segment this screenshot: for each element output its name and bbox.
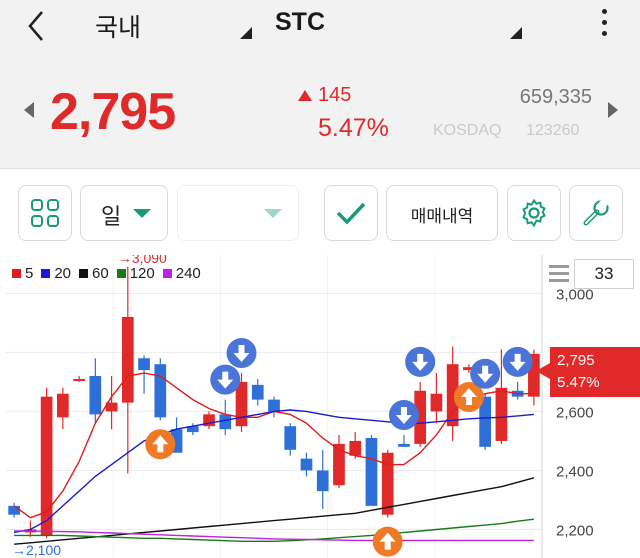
legend-label: 20 <box>54 265 72 282</box>
chevron-down-icon <box>133 209 151 218</box>
candle-body <box>40 396 53 536</box>
legend-swatch <box>41 269 51 278</box>
candle-body <box>316 470 329 492</box>
trade-volume: 659,335 <box>519 86 592 108</box>
candle-body <box>284 426 297 450</box>
price-tag-percent: 5.47% <box>557 374 600 391</box>
candle-body <box>8 505 20 515</box>
legend-swatch <box>116 269 126 278</box>
hamburger-menu-icon[interactable] <box>549 265 569 285</box>
candle-body <box>154 364 167 418</box>
chevron-left-icon[interactable] <box>22 6 52 46</box>
y-tick-label: 2,400 <box>556 463 594 480</box>
candle-body <box>268 399 280 412</box>
ma-legend-item: 120 <box>116 265 155 282</box>
current-price-tag: 2,795 5.47% <box>550 347 640 397</box>
candle-body <box>219 414 232 430</box>
chevron-down-icon <box>264 209 282 218</box>
gear-icon <box>522 198 546 228</box>
candle-body <box>251 384 264 400</box>
candle-body <box>57 393 69 418</box>
price-change-percent: 5.47% <box>318 114 389 142</box>
candle-body <box>235 381 248 427</box>
candle-body <box>381 452 394 515</box>
candle-body <box>398 443 410 447</box>
ma-legend-item: 60 <box>79 265 109 282</box>
period-select[interactable]: 일 <box>80 185 168 241</box>
legend-label: 5 <box>25 265 34 282</box>
candle-body <box>300 458 313 471</box>
y-tick-label: 2,600 <box>556 404 594 421</box>
trade-history-button[interactable]: 매매내역 <box>386 185 498 241</box>
legend-label: 120 <box>129 265 155 282</box>
trade-history-label: 매매내역 <box>410 207 474 227</box>
low-price-annotation: →2,100 <box>12 542 61 558</box>
candle-body <box>121 316 134 403</box>
legend-swatch <box>162 269 172 278</box>
period-label: 일 <box>101 205 122 230</box>
up-triangle-icon <box>298 90 312 101</box>
exchange-label: KOSDAQ <box>433 122 502 139</box>
current-price: 2,795 <box>50 83 176 141</box>
stock-name[interactable]: STC <box>275 8 325 37</box>
indicator-select[interactable] <box>177 185 299 241</box>
ma-line-60 <box>14 477 535 545</box>
ma-legend: 5 20 60 120 240 <box>12 265 209 282</box>
quote-summary: 2,795 145 5.47% 659,335 KOSDAQ 123260 <box>0 70 640 160</box>
prev-stock-arrow-icon[interactable] <box>24 102 34 118</box>
stock-dropdown-icon[interactable] <box>510 27 522 39</box>
more-vertical-icon[interactable] <box>596 9 612 43</box>
y-tick-label: 2,200 <box>556 522 594 539</box>
ma-line-240 <box>14 530 534 542</box>
candle-count-input[interactable]: 33 <box>574 259 634 289</box>
candlestick-chart[interactable]: 3,0002,8002,6002,4002,200→3,090→2,100 <box>0 255 640 558</box>
legend-label: 240 <box>175 265 201 282</box>
ma-legend-item: 240 <box>162 265 201 282</box>
top-bar: 국내 STC <box>0 0 640 58</box>
candle-body <box>138 358 150 371</box>
candle-body <box>365 437 378 506</box>
settings-button[interactable] <box>507 185 561 241</box>
ma-line-120 <box>14 518 534 542</box>
market-label[interactable]: 국내 <box>95 8 141 44</box>
wrench-icon <box>583 198 610 226</box>
stock-code: 123260 <box>526 122 580 139</box>
ma-legend-item: 20 <box>41 265 71 282</box>
layout-grid-button[interactable] <box>18 185 72 241</box>
legend-swatch <box>12 269 21 278</box>
check-button[interactable] <box>324 185 378 241</box>
ma-line-20 <box>13 409 534 534</box>
candle-body <box>73 378 85 381</box>
legend-label: 60 <box>92 265 109 282</box>
chart-panel: 일 매매내역 3,0002,8002,6002,4002,200→3,090→2… <box>0 168 640 558</box>
grid-icon <box>31 199 59 227</box>
next-stock-arrow-icon[interactable] <box>608 102 618 118</box>
tools-button[interactable] <box>569 185 623 241</box>
ma-legend-item: 5 <box>12 265 33 282</box>
price-change: 145 <box>318 84 352 106</box>
legend-swatch <box>79 269 89 278</box>
candle-body <box>89 376 102 415</box>
candle-body <box>495 387 508 441</box>
check-icon <box>336 202 366 225</box>
market-dropdown-icon[interactable] <box>240 27 252 39</box>
price-tag-pointer <box>536 363 550 379</box>
candle-body <box>430 393 443 412</box>
price-tag-value: 2,795 <box>557 352 595 369</box>
